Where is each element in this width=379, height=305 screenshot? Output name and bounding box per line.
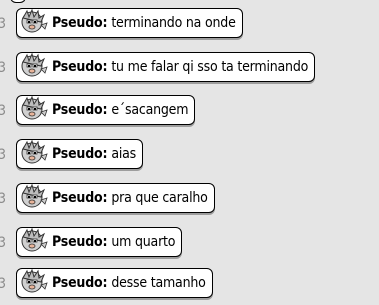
chat-bubble[interactable]: Pseudo: desse tamanho <box>16 268 213 298</box>
chat-message: 3 Pseudo: pra que caralho <box>0 183 379 215</box>
sender-name: Pseudo: <box>52 234 108 250</box>
sender-name: Pseudo: <box>52 275 108 291</box>
habbo-avatar-icon <box>21 184 48 208</box>
chat-bubble[interactable]: Pseudo: aias <box>16 139 144 169</box>
chat-bubble[interactable]: Pseudo: terminando na onde <box>16 8 243 38</box>
habbo-avatar-icon <box>21 96 48 120</box>
left-mark: 3 <box>0 147 7 163</box>
message-text: aias <box>111 146 137 162</box>
sender-name: Pseudo: <box>52 15 108 31</box>
left-mark: 3 <box>0 60 7 76</box>
chat-log: 3 Pseudo: terminando na onde 3 Pseudo: t… <box>0 0 379 305</box>
message-text: terminando na onde <box>111 15 236 31</box>
chat-message: 3 Pseudo: aias <box>0 139 379 171</box>
chat-message: 3 Pseudo: tu me falar qi sso ta terminan… <box>0 52 379 84</box>
habbo-avatar-icon <box>21 269 48 293</box>
chat-message: 3 Pseudo: um quarto <box>0 227 379 259</box>
chat-message: 3 Pseudo: desse tamanho <box>0 268 379 300</box>
habbo-avatar-icon <box>21 140 48 164</box>
chat-message: 3 Pseudo: e´sacangem <box>0 95 379 127</box>
message-text: desse tamanho <box>111 275 206 291</box>
left-mark: 3 <box>0 103 7 119</box>
message-text: e´sacangem <box>111 102 189 118</box>
habbo-avatar-icon <box>21 53 48 77</box>
sender-name: Pseudo: <box>52 102 108 118</box>
chat-message: 3 Pseudo: terminando na onde <box>0 8 379 40</box>
left-mark: 3 <box>0 191 7 207</box>
message-text: um quarto <box>111 234 176 250</box>
chat-bubble[interactable]: Pseudo: um quarto <box>16 227 183 257</box>
chat-bubble[interactable]: Pseudo: pra que caralho <box>16 183 215 213</box>
left-mark: 3 <box>0 235 7 251</box>
sender-name: Pseudo: <box>52 190 108 206</box>
habbo-avatar-icon <box>21 228 48 252</box>
left-mark: 3 <box>0 276 7 292</box>
chat-bubble[interactable]: Pseudo: tu me falar qi sso ta terminando <box>16 52 316 82</box>
left-mark: 3 <box>0 16 7 32</box>
message-text: pra que caralho <box>111 190 208 206</box>
sender-name: Pseudo: <box>52 146 108 162</box>
habbo-avatar-icon <box>21 9 48 33</box>
previous-bubble-fragment <box>10 0 26 3</box>
sender-name: Pseudo: <box>52 59 108 75</box>
chat-bubble[interactable]: Pseudo: e´sacangem <box>16 95 196 125</box>
message-text: tu me falar qi sso ta terminando <box>111 59 309 75</box>
